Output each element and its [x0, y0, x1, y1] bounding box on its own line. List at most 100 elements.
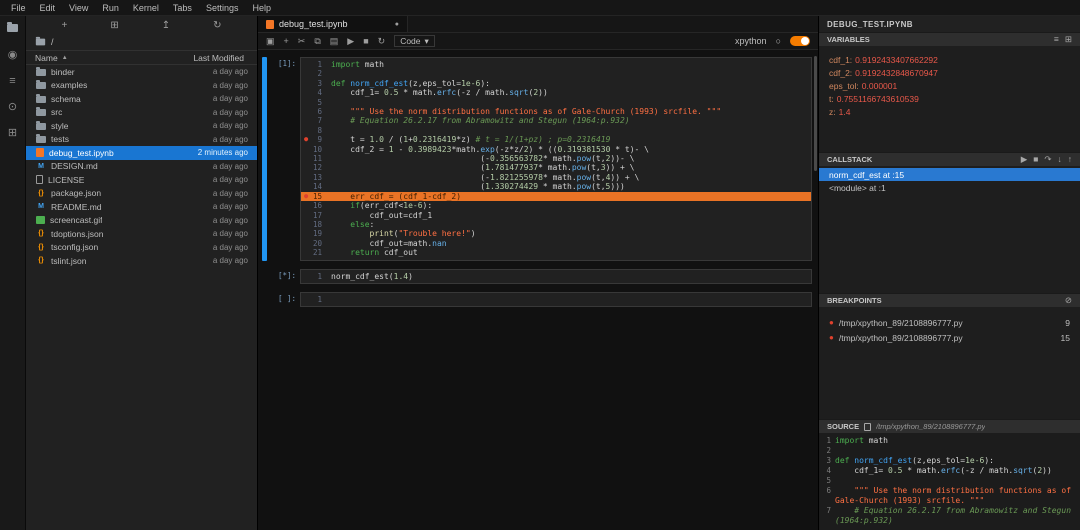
- line-gutter[interactable]: 4: [819, 466, 835, 476]
- line-gutter[interactable]: 1: [301, 272, 327, 281]
- file-item-style[interactable]: stylea day ago: [26, 119, 257, 133]
- cut-cell-button[interactable]: ✂: [298, 36, 306, 47]
- breakpoint-item[interactable]: ●/tmp/xpython_89/2108896777.py9: [819, 315, 1080, 330]
- terminate-button[interactable]: ■: [1033, 154, 1038, 165]
- add-cell-button[interactable]: +: [284, 36, 289, 47]
- line-gutter[interactable]: 7: [301, 116, 327, 125]
- file-item-tslint.json[interactable]: {}tslint.jsona day ago: [26, 254, 257, 268]
- variable-row-eps_tol[interactable]: eps_tol:0.000001: [819, 81, 1080, 94]
- upload-button[interactable]: ↥: [162, 20, 170, 31]
- source-section-header[interactable]: SOURCE /tmp/xpython_89/2108896777.py: [819, 419, 1080, 433]
- refresh-button[interactable]: ↻: [213, 20, 221, 31]
- debugger-toggle[interactable]: [790, 36, 810, 46]
- property-inspector-icon[interactable]: ⊙: [8, 102, 17, 113]
- tab-debug-test-ipynb[interactable]: debug_test.ipynb ●: [258, 16, 408, 32]
- cell-collapser[interactable]: [262, 292, 267, 307]
- file-item-tdoptions.json[interactable]: {}tdoptions.jsona day ago: [26, 227, 257, 241]
- continue-button[interactable]: ▶: [1021, 154, 1028, 165]
- line-gutter[interactable]: 12: [301, 163, 327, 172]
- code-cell-1[interactable]: [1]:1import math2 3def norm_cdf_est(z,ep…: [262, 57, 812, 261]
- file-item-screencast.gif[interactable]: screencast.gifa day ago: [26, 214, 257, 228]
- menu-help[interactable]: Help: [245, 3, 278, 13]
- callstack-frame[interactable]: <module> at :1: [819, 181, 1080, 194]
- line-gutter[interactable]: 13: [301, 173, 327, 182]
- line-gutter[interactable]: 10: [301, 145, 327, 154]
- restart-button[interactable]: ↻: [378, 36, 386, 47]
- file-item-schema[interactable]: schemaa day ago: [26, 92, 257, 106]
- line-gutter[interactable]: 3: [301, 79, 327, 88]
- cell-type-dropdown[interactable]: Code ▾: [394, 35, 435, 47]
- line-gutter[interactable]: 1: [301, 60, 327, 69]
- file-item-README.md[interactable]: MREADME.mda day ago: [26, 200, 257, 214]
- breadcrumb-root[interactable]: /: [51, 37, 54, 47]
- breakpoint-dot[interactable]: ●: [304, 192, 308, 201]
- notebook-scrollbar[interactable]: [814, 56, 817, 171]
- line-gutter[interactable]: 5: [819, 476, 835, 486]
- variable-row-t[interactable]: t:0.7551166743610539: [819, 94, 1080, 107]
- breadcrumb[interactable]: /: [26, 34, 257, 50]
- new-folder-button[interactable]: ⊞: [110, 20, 118, 31]
- file-item-package.json[interactable]: {}package.jsona day ago: [26, 187, 257, 201]
- step-in-button[interactable]: ↓: [1058, 154, 1062, 165]
- breakpoints-section-header[interactable]: BREAKPOINTS ⊘: [819, 293, 1080, 307]
- callstack-section-header[interactable]: CALLSTACK ▶■↷↓↑: [819, 152, 1080, 166]
- line-gutter[interactable]: 21: [301, 248, 327, 257]
- menu-edit[interactable]: Edit: [33, 3, 63, 13]
- line-gutter[interactable]: 1: [819, 436, 835, 446]
- cell-collapser[interactable]: [262, 269, 267, 284]
- remove-all-breakpoints-button[interactable]: ⊘: [1065, 295, 1072, 306]
- interrupt-button[interactable]: ■: [363, 36, 368, 47]
- code-cell-3[interactable]: [ ]:1: [262, 292, 812, 307]
- menu-run[interactable]: Run: [95, 3, 126, 13]
- kernel-name[interactable]: xpython: [735, 36, 767, 46]
- sort-ascending-icon[interactable]: ▲: [62, 55, 68, 61]
- file-item-src[interactable]: srca day ago: [26, 106, 257, 120]
- menu-file[interactable]: File: [4, 3, 33, 13]
- file-item-tsconfig.json[interactable]: {}tsconfig.jsona day ago: [26, 241, 257, 255]
- variable-row-z[interactable]: z:1.4: [819, 107, 1080, 120]
- paste-cell-button[interactable]: ▤: [330, 36, 339, 47]
- line-gutter[interactable]: 14: [301, 182, 327, 191]
- file-item-binder[interactable]: bindera day ago: [26, 65, 257, 79]
- extension-manager-icon[interactable]: ⊞: [8, 128, 17, 139]
- line-gutter[interactable]: 3: [819, 456, 835, 466]
- table-view-button[interactable]: ⊞: [1065, 34, 1072, 45]
- file-item-debug_test.ipynb[interactable]: debug_test.ipynb2 minutes ago: [26, 146, 257, 160]
- variable-row-cdf_2[interactable]: cdf_2:0.9192432848670947: [819, 68, 1080, 81]
- breakpoint-item[interactable]: ●/tmp/xpython_89/2108896777.py15: [819, 330, 1080, 345]
- save-button[interactable]: ▣: [266, 36, 275, 47]
- line-gutter[interactable]: 8: [301, 126, 327, 135]
- file-item-examples[interactable]: examplesa day ago: [26, 79, 257, 93]
- line-gutter[interactable]: 4: [301, 88, 327, 97]
- column-last-modified[interactable]: Last Modified: [193, 53, 248, 63]
- line-gutter[interactable]: ●9: [301, 135, 327, 144]
- line-gutter[interactable]: 7: [819, 506, 835, 526]
- breakpoint-dot[interactable]: ●: [304, 135, 308, 144]
- line-gutter[interactable]: 18: [301, 220, 327, 229]
- variables-section-header[interactable]: VARIABLES ≡⊞: [819, 32, 1080, 46]
- file-item-DESIGN.md[interactable]: MDESIGN.mda day ago: [26, 160, 257, 174]
- line-gutter[interactable]: 17: [301, 211, 327, 220]
- cell-editor[interactable]: 1norm_cdf_est(1.4): [300, 269, 812, 284]
- file-item-tests[interactable]: testsa day ago: [26, 133, 257, 147]
- cell-editor[interactable]: 1: [300, 292, 812, 307]
- line-gutter[interactable]: 5: [301, 98, 327, 107]
- menu-tabs[interactable]: Tabs: [166, 3, 199, 13]
- file-item-LICENSE[interactable]: LICENSEa day ago: [26, 173, 257, 187]
- line-gutter[interactable]: ●15: [301, 192, 327, 201]
- line-gutter[interactable]: 6: [301, 107, 327, 116]
- copy-cell-button[interactable]: ⧉: [314, 36, 320, 47]
- column-name[interactable]: Name: [35, 53, 58, 63]
- line-gutter[interactable]: 20: [301, 239, 327, 248]
- command-palette-icon[interactable]: ≡: [9, 76, 15, 87]
- step-over-button[interactable]: ↷: [1044, 154, 1051, 165]
- code-cell-2[interactable]: [*]:1norm_cdf_est(1.4): [262, 269, 812, 284]
- callstack-frame[interactable]: norm_cdf_est at :15: [819, 168, 1080, 181]
- line-gutter[interactable]: 11: [301, 154, 327, 163]
- line-gutter[interactable]: 2: [819, 446, 835, 456]
- variable-row-cdf_1[interactable]: cdf_1:0.9192433407662292: [819, 55, 1080, 68]
- new-launcher-button[interactable]: +: [61, 20, 67, 31]
- menu-kernel[interactable]: Kernel: [126, 3, 166, 13]
- tab-modified-indicator[interactable]: ●: [395, 21, 399, 28]
- line-gutter[interactable]: 2: [301, 69, 327, 78]
